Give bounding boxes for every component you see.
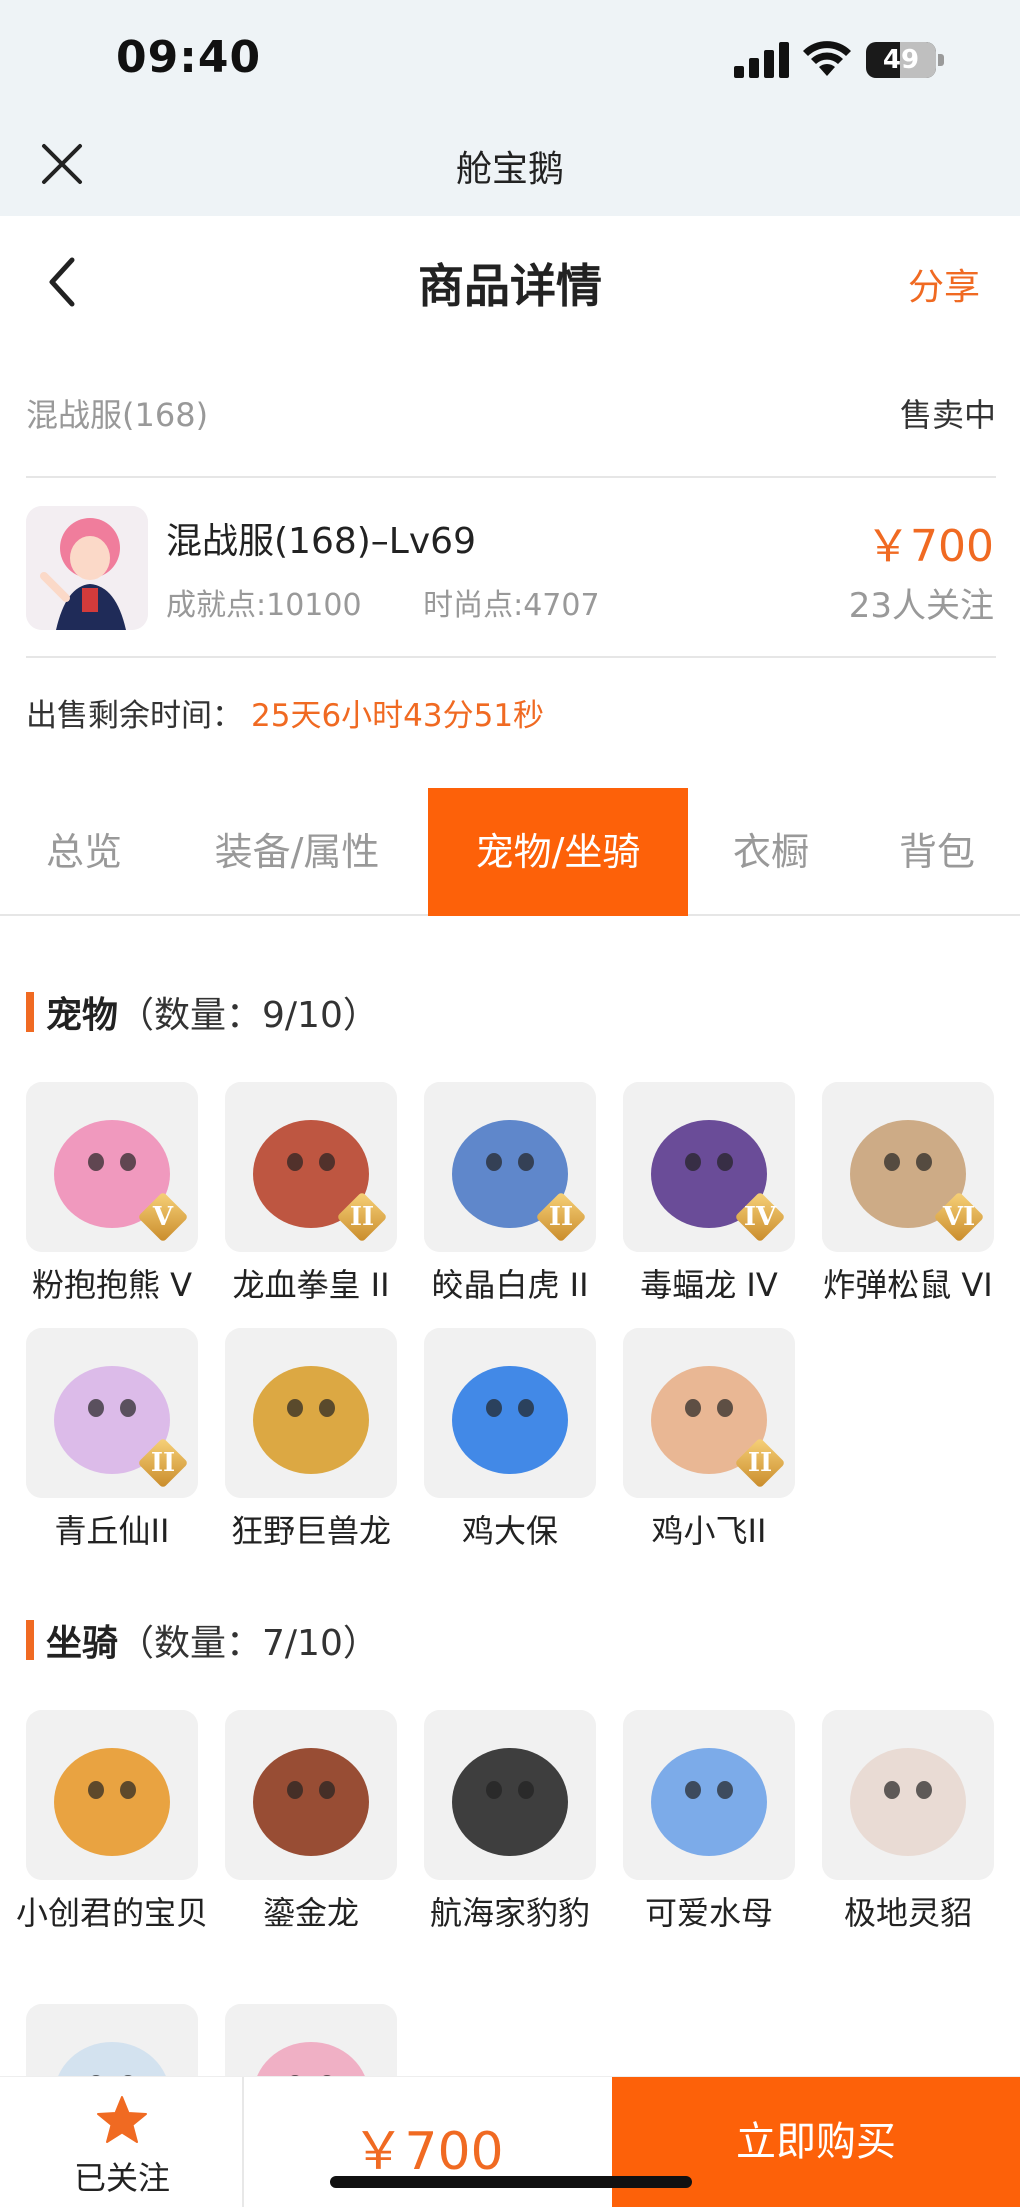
- sale-status: 售卖中: [899, 396, 996, 434]
- page-title: 商品详情: [418, 259, 602, 313]
- card-label: 可爱水母: [644, 1894, 773, 1932]
- pets-section-title: 宠物: [46, 995, 119, 1036]
- divider: [26, 476, 996, 478]
- remaining-time-row: 出售剩余时间： 25天6小时43分51秒: [26, 690, 544, 735]
- follow-button[interactable]: 已关注: [0, 2077, 244, 2207]
- achievement-points: 成就点:10100: [166, 588, 362, 623]
- mounts-count: （数量：7/10）: [118, 1623, 379, 1664]
- card-label: 小创君的宝贝: [15, 1894, 208, 1932]
- card-label: 粉抱抱熊 V: [31, 1266, 193, 1304]
- card-thumbnail: II: [424, 1082, 596, 1252]
- cellular-signal-icon: [734, 42, 789, 78]
- web-header: 舱宝鹅: [0, 120, 1020, 216]
- share-button[interactable]: 分享: [908, 258, 980, 310]
- tab-bar: 总览 装备/属性 宠物/坐骑 衣橱 背包: [0, 788, 1020, 916]
- card-thumbnail: VI: [822, 1082, 994, 1252]
- card-thumbnail: IV: [623, 1082, 795, 1252]
- card-label: 炸弹松鼠 VI: [823, 1266, 993, 1304]
- card-thumbnail: II: [26, 1328, 198, 1498]
- item-price: ￥700: [866, 521, 994, 572]
- card-label: 鸡小飞II: [651, 1512, 767, 1550]
- wifi-icon: [803, 41, 851, 76]
- item-title: 混战服(168)–Lv69: [166, 521, 476, 562]
- tab-backpack[interactable]: 背包: [854, 788, 1020, 916]
- card-label: 狂野巨兽龙: [230, 1512, 391, 1550]
- battery-icon: 49: [866, 42, 944, 78]
- home-indicator: [330, 2176, 692, 2188]
- mounts-section-title: 坐骑: [46, 1623, 119, 1664]
- nav-bar: 商品详情 分享: [0, 216, 1020, 346]
- follower-count: 23人关注: [848, 586, 994, 626]
- card-thumbnail: V: [26, 1082, 198, 1252]
- status-time: 09:40: [116, 32, 262, 83]
- card-label: 毒蝠龙 IV: [640, 1266, 778, 1304]
- card-label: 极地灵貂: [843, 1894, 972, 1932]
- grade-badge-icon: II: [734, 1437, 786, 1489]
- character-avatar: [26, 506, 148, 630]
- grade-badge-icon: II: [535, 1191, 587, 1243]
- card-label: 航海家豹豹: [429, 1894, 590, 1932]
- card-thumbnail: II: [225, 1082, 397, 1252]
- card-thumbnail: II: [623, 1328, 795, 1498]
- grade-badge-icon: II: [336, 1191, 388, 1243]
- star-icon: [97, 2096, 147, 2143]
- server-row: 混战服(168) 售卖中: [26, 390, 996, 440]
- server-name: 混战服(168): [26, 396, 209, 434]
- tab-overview[interactable]: 总览: [0, 788, 168, 916]
- card-label: 鸡大保: [461, 1512, 558, 1550]
- tab-wardrobe[interactable]: 衣橱: [688, 788, 854, 916]
- card-thumbnail: [225, 1710, 397, 1880]
- card-label: 青丘仙II: [54, 1512, 170, 1550]
- card-thumbnail: [424, 1710, 596, 1880]
- card-label: 皎晶白虎 II: [431, 1266, 589, 1304]
- card-thumbnail: [26, 1710, 198, 1880]
- tab-equipment[interactable]: 装备/属性: [168, 788, 426, 916]
- item-points: 成就点:10100 时尚点:4707: [166, 580, 652, 624]
- remaining-time-value: 25天6小时43分51秒: [251, 698, 545, 734]
- grade-badge-icon: IV: [734, 1191, 786, 1243]
- web-title: 舱宝鹅: [455, 149, 564, 190]
- grade-badge-icon: V: [137, 1191, 189, 1243]
- card-thumbnail: [424, 1328, 596, 1498]
- grade-badge-icon: VI: [933, 1191, 985, 1243]
- card-thumbnail: [623, 1710, 795, 1880]
- pets-count: （数量：9/10）: [118, 995, 379, 1036]
- remaining-time-label: 出售剩余时间：: [26, 698, 243, 734]
- tab-pets-mounts[interactable]: 宠物/坐骑: [428, 788, 688, 916]
- fashion-points: 时尚点:4707: [423, 588, 600, 623]
- card-label: 龙血拳皇 II: [232, 1266, 390, 1304]
- card-thumbnail: [822, 1710, 994, 1880]
- bottom-price: ￥700: [352, 2122, 504, 2182]
- card-label: 鎏金龙: [262, 1894, 359, 1932]
- card-thumbnail: [225, 1328, 397, 1498]
- battery-percent: 49: [882, 45, 920, 75]
- grade-badge-icon: II: [137, 1437, 189, 1489]
- status-bar: 09:40 49: [0, 0, 1020, 120]
- follow-label: 已关注: [73, 2159, 170, 2197]
- divider: [26, 656, 996, 658]
